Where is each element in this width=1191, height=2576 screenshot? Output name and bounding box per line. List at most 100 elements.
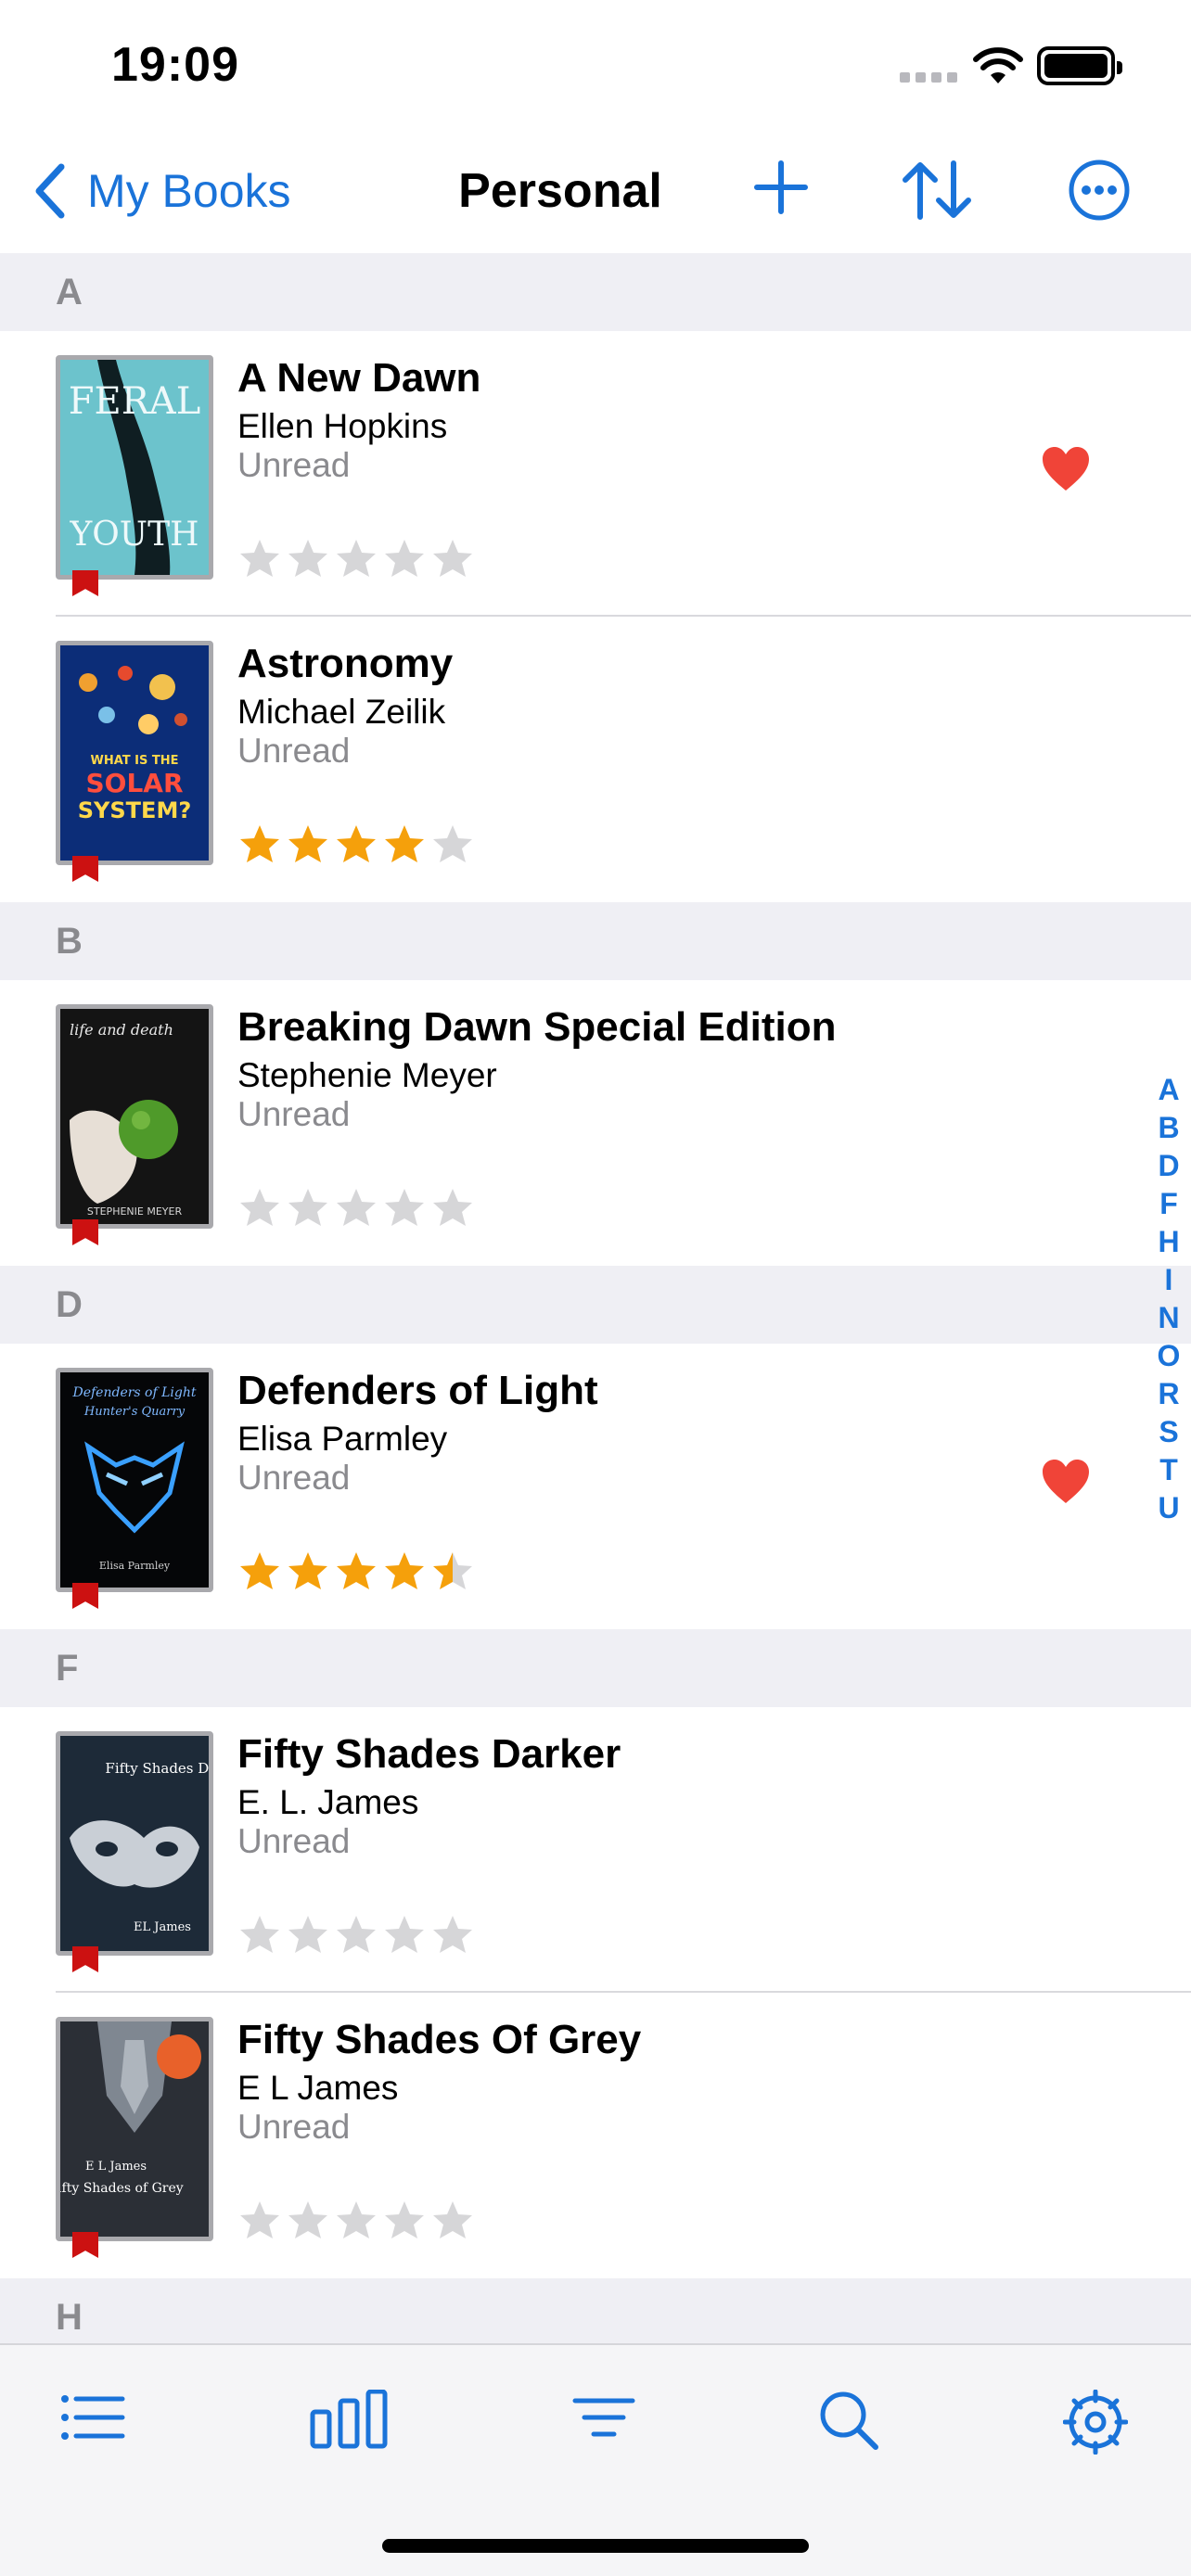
index-letter-s[interactable]: S (1150, 1413, 1187, 1451)
bookmark-ribbon (72, 1946, 98, 1972)
star-rating[interactable] (237, 1186, 475, 1231)
star-empty-icon[interactable] (334, 1913, 378, 1958)
book-row[interactable]: Fifty Shades Darker EL James Fifty Shade… (0, 1707, 1191, 1993)
star-empty-icon[interactable] (237, 537, 282, 581)
svg-text:E L James: E L James (85, 2160, 147, 2174)
star-empty-icon[interactable] (382, 1186, 427, 1231)
book-status: Unread (237, 446, 351, 484)
svg-text:SOLAR: SOLAR (85, 768, 183, 798)
svg-text:EL James: EL James (134, 1920, 191, 1934)
book-row[interactable]: WHAT IS THE SOLAR SYSTEM? Astronomy Mich… (0, 617, 1191, 902)
star-empty-icon[interactable] (430, 2199, 475, 2243)
book-row[interactable]: FERAL YOUTH A New Dawn Ellen Hopkins Unr… (0, 331, 1191, 617)
star-empty-icon[interactable] (237, 2199, 282, 2243)
star-rating[interactable] (237, 1913, 475, 1958)
star-empty-icon[interactable] (286, 537, 330, 581)
star-empty-icon[interactable] (430, 1913, 475, 1958)
book-row[interactable]: Defenders of Light Hunter's Quarry Elisa… (0, 1344, 1191, 1629)
star-empty-icon[interactable] (334, 537, 378, 581)
star-empty-icon[interactable] (334, 1186, 378, 1231)
book-list[interactable]: A FERAL YOUTH A New Dawn Ellen Hopkins U… (0, 253, 1191, 2356)
star-empty-icon[interactable] (286, 1186, 330, 1231)
favorite-heart-icon[interactable] (1041, 446, 1091, 492)
book-status: Unread (237, 1822, 351, 1860)
star-empty-icon[interactable] (382, 2199, 427, 2243)
star-empty-icon[interactable] (382, 1913, 427, 1958)
bookmark-ribbon (72, 1219, 98, 1245)
index-letter-f[interactable]: F (1150, 1185, 1187, 1223)
index-letter-a[interactable]: A (1150, 1071, 1187, 1109)
star-empty-icon[interactable] (382, 537, 427, 581)
book-cover: FERAL YOUTH (56, 355, 213, 580)
star-empty-icon[interactable] (237, 1913, 282, 1958)
svg-text:SYSTEM?: SYSTEM? (78, 797, 192, 823)
book-cover: life and death STEPHENIE MEYER (56, 1004, 213, 1229)
star-empty-icon[interactable] (237, 1186, 282, 1231)
star-filled-icon[interactable] (237, 823, 282, 867)
star-rating[interactable] (237, 537, 475, 581)
star-filled-icon[interactable] (382, 823, 427, 867)
index-letter-h[interactable]: H (1150, 1223, 1187, 1261)
index-letter-n[interactable]: N (1150, 1299, 1187, 1337)
stats-icon[interactable] (310, 2390, 388, 2449)
bookmark-ribbon (72, 856, 98, 882)
svg-text:STEPHENIE MEYER: STEPHENIE MEYER (87, 1205, 183, 1218)
svg-text:FERAL: FERAL (69, 380, 201, 423)
star-rating[interactable] (237, 823, 475, 867)
index-letter-d[interactable]: D (1150, 1147, 1187, 1185)
svg-text:Defenders of Light: Defenders of Light (71, 1385, 196, 1400)
star-half-icon[interactable] (430, 1549, 475, 1594)
favorite-heart-icon[interactable] (1041, 1459, 1091, 1505)
star-filled-icon[interactable] (382, 1549, 427, 1594)
star-empty-icon[interactable] (334, 2199, 378, 2243)
list-icon[interactable] (59, 2390, 126, 2445)
navigation-bar: My Books Personal (0, 130, 1191, 253)
star-filled-icon[interactable] (237, 1549, 282, 1594)
bookmark-ribbon (72, 2232, 98, 2258)
star-empty-icon[interactable] (430, 537, 475, 581)
svg-text:Fifty Shades Darker: Fifty Shades Darker (105, 1760, 209, 1777)
sort-icon[interactable] (900, 158, 974, 223)
book-cover: WHAT IS THE SOLAR SYSTEM? (56, 641, 213, 865)
index-letter-i[interactable]: I (1150, 1261, 1187, 1299)
section-header-f: F (0, 1629, 1191, 1707)
star-empty-icon[interactable] (286, 1913, 330, 1958)
index-letter-r[interactable]: R (1150, 1375, 1187, 1413)
settings-icon[interactable] (1063, 2390, 1128, 2455)
cellular-signal-icon (900, 72, 957, 83)
book-row[interactable]: life and death STEPHENIE MEYER Breaking … (0, 980, 1191, 1266)
search-icon[interactable] (818, 2390, 879, 2451)
filter-icon[interactable] (571, 2390, 636, 2445)
star-empty-icon[interactable] (286, 2199, 330, 2243)
star-rating[interactable] (237, 2199, 475, 2243)
book-status: Unread (237, 1095, 351, 1133)
index-letter-b[interactable]: B (1150, 1109, 1187, 1147)
star-empty-icon[interactable] (430, 1186, 475, 1231)
book-status: Unread (237, 2108, 351, 2146)
status-time: 19:09 (111, 38, 239, 92)
book-cover: E L James Fifty Shades of Grey (56, 2017, 213, 2241)
svg-text:life and death: life and death (70, 1021, 173, 1039)
index-letter-u[interactable]: U (1150, 1489, 1187, 1527)
bookmark-ribbon (72, 570, 98, 596)
book-title: Astronomy (237, 641, 454, 686)
section-header-d: D (0, 1266, 1191, 1344)
book-author: Ellen Hopkins (237, 407, 448, 445)
section-index[interactable]: ABDFHINORSTU (1150, 1071, 1187, 1527)
add-icon[interactable] (751, 158, 811, 217)
star-empty-icon[interactable] (430, 823, 475, 867)
book-title: A New Dawn (237, 355, 481, 401)
svg-text:YOUTH: YOUTH (69, 516, 198, 554)
home-indicator (382, 2539, 809, 2553)
index-letter-t[interactable]: T (1150, 1451, 1187, 1489)
svg-text:WHAT IS THE: WHAT IS THE (90, 754, 178, 768)
more-options-icon[interactable] (1067, 158, 1132, 223)
star-rating[interactable] (237, 1549, 475, 1594)
index-letter-o[interactable]: O (1150, 1337, 1187, 1375)
book-row[interactable]: E L James Fifty Shades of Grey Fifty Sha… (0, 1993, 1191, 2278)
star-filled-icon[interactable] (286, 1549, 330, 1594)
star-filled-icon[interactable] (334, 823, 378, 867)
star-filled-icon[interactable] (334, 1549, 378, 1594)
star-filled-icon[interactable] (286, 823, 330, 867)
svg-text:Elisa Parmley: Elisa Parmley (99, 1560, 171, 1572)
